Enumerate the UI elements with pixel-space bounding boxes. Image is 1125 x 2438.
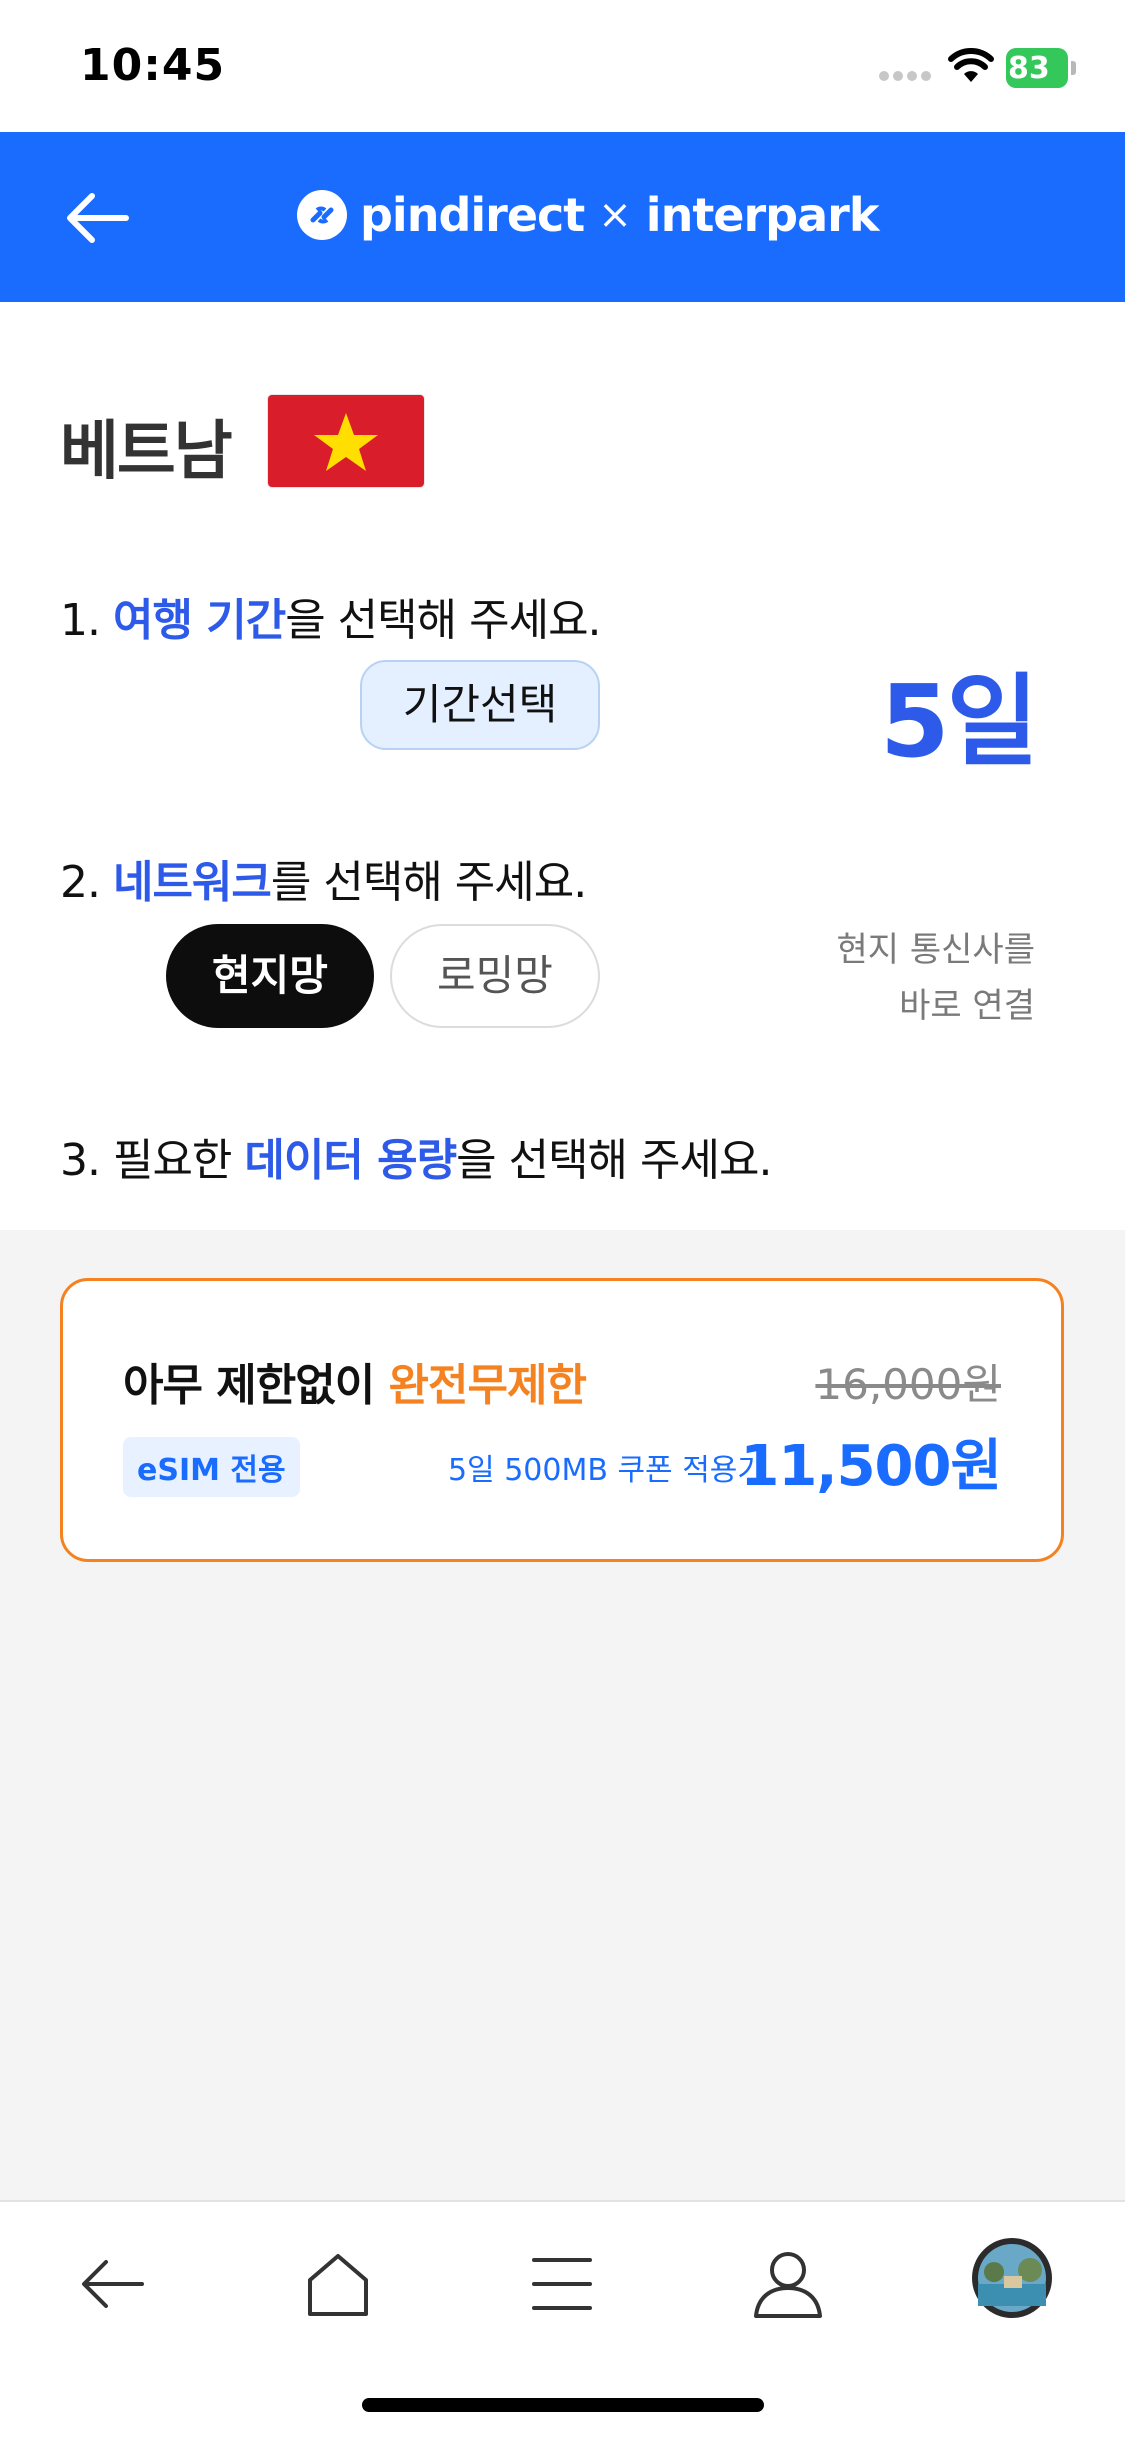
app-header: pindirect × interpark: [0, 132, 1125, 302]
plan-name: 아무 제한없이 완전무제한: [123, 1349, 587, 1413]
step2-suffix: 를 선택해 주세요.: [270, 857, 587, 908]
plan-name-highlight: 완전무제한: [388, 1360, 587, 1411]
step1-suffix: 을 선택해 주세요.: [285, 595, 601, 646]
esim-badge: eSIM 전용: [123, 1437, 300, 1497]
network-description-line1: 현지 통신사를: [836, 930, 1036, 970]
step1-highlight: 여행 기간: [112, 595, 286, 646]
coupon-label: 5일 500MB 쿠폰 적용가: [447, 1453, 765, 1488]
network-option-roaming[interactable]: 로밍망: [390, 924, 600, 1028]
step1-heading: 1. 여행 기간을 선택해 주세요.: [60, 584, 602, 648]
brand-pindirect: pindirect: [360, 188, 585, 242]
step3-suffix: 을 선택해 주세요.: [456, 1135, 772, 1186]
status-time: 10:45: [80, 40, 226, 91]
brand-separator: ×: [598, 192, 632, 238]
step3-heading: 3. 필요한 데이터 용량을 선택해 주세요.: [60, 1124, 772, 1188]
step3-highlight: 데이터 용량: [244, 1135, 457, 1186]
plan-original-price: 16,000원: [815, 1360, 1001, 1409]
step2-heading: 2. 네트워크를 선택해 주세요.: [60, 846, 587, 910]
battery-charging-icon: 83: [1006, 48, 1076, 88]
home-indicator: [362, 2398, 764, 2412]
plan-price: 11,500원: [740, 1434, 1002, 1499]
step3-prefix: 3. 필요한: [60, 1135, 245, 1186]
brand-interpark: interpark: [645, 188, 880, 242]
step1-prefix: 1.: [60, 595, 113, 646]
vietnam-flag-icon: [268, 395, 424, 487]
plan-card[interactable]: 아무 제한없이 완전무제한 16,000원 eSIM 전용 5일 500MB 쿠…: [60, 1278, 1064, 1562]
country-title: 베트남: [60, 415, 233, 489]
wifi-icon: [948, 48, 994, 82]
back-arrow-icon[interactable]: [62, 188, 132, 248]
period-select-button[interactable]: 기간선택: [360, 660, 600, 750]
step2-prefix: 2.: [60, 857, 113, 908]
network-description-line2: 바로 연결: [899, 986, 1035, 1026]
pindirect-logo-icon: [297, 190, 347, 240]
network-description: 현지 통신사를 바로 연결: [837, 922, 1036, 1034]
period-value: 5일: [880, 663, 1039, 780]
nav-home-icon[interactable]: [298, 2244, 378, 2324]
battery-level: 83: [1008, 51, 1050, 86]
nav-back-icon[interactable]: [72, 2244, 152, 2324]
step2-highlight: 네트워크: [112, 857, 272, 908]
brand-logo: pindirect × interpark: [296, 180, 880, 250]
signal-dots-icon: [879, 71, 931, 81]
nav-menu-icon[interactable]: [522, 2244, 602, 2324]
nav-profile-icon[interactable]: [748, 2244, 828, 2324]
nav-avatar[interactable]: [970, 2236, 1054, 2320]
network-option-local[interactable]: 현지망: [166, 924, 374, 1028]
plan-name-prefix: 아무 제한없이: [123, 1360, 389, 1411]
status-bar: 10:45 83: [0, 0, 1125, 132]
